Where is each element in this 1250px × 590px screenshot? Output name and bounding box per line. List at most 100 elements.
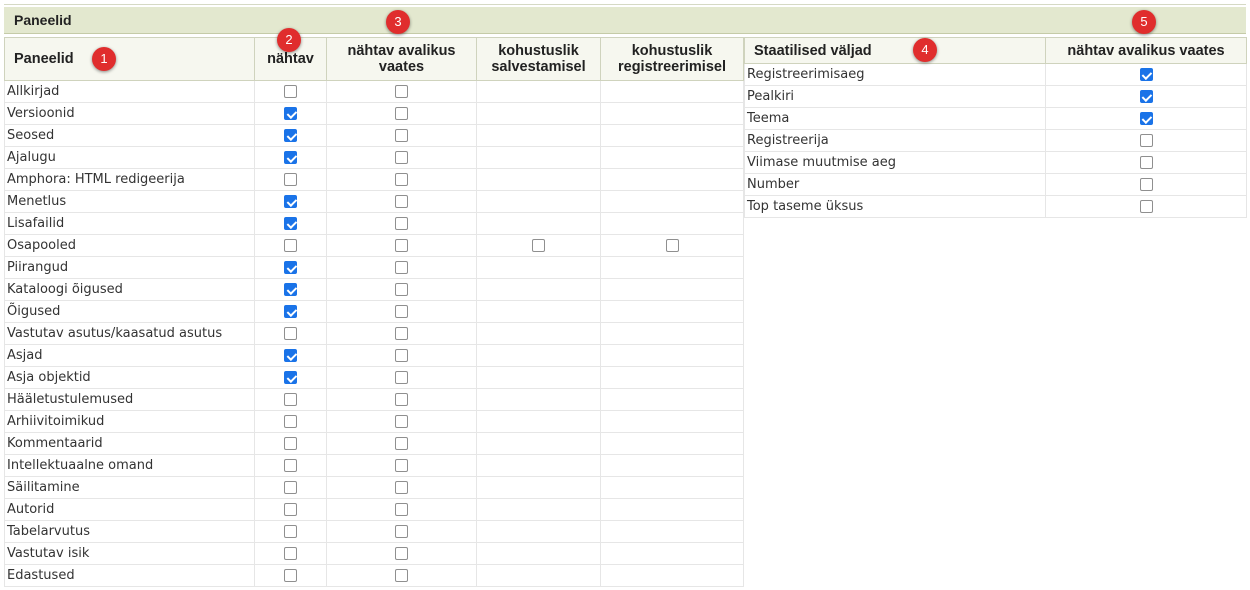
- visible-checkbox[interactable]: [284, 217, 297, 230]
- visible-checkbox[interactable]: [284, 459, 297, 472]
- visible-checkbox[interactable]: [284, 107, 297, 120]
- visible-checkbox[interactable]: [284, 371, 297, 384]
- public-view-checkbox[interactable]: [395, 305, 408, 318]
- required-on-registration-cell: [600, 300, 744, 323]
- public-view-cell: [326, 146, 477, 169]
- required-on-save-cell: [476, 300, 601, 323]
- static-public-view-checkbox[interactable]: [1139, 178, 1153, 191]
- static-public-view-checkbox[interactable]: [1139, 200, 1153, 213]
- static-public-view-checkbox[interactable]: [1139, 134, 1153, 147]
- public-view-checkbox[interactable]: [395, 239, 408, 252]
- static-public-view-checkbox[interactable]: [1139, 68, 1153, 81]
- static-public-view-checkbox[interactable]: [1139, 90, 1153, 103]
- public-view-checkbox[interactable]: [395, 217, 408, 230]
- public-view-checkbox[interactable]: [395, 547, 408, 560]
- visible-checkbox[interactable]: [284, 569, 297, 582]
- visible-checkbox[interactable]: [284, 349, 297, 362]
- visible-checkbox[interactable]: [284, 151, 297, 164]
- visible-checkbox[interactable]: [284, 503, 297, 516]
- public-view-cell: [326, 366, 477, 389]
- required-on-save-cell: [476, 410, 601, 433]
- visible-cell: [254, 168, 327, 191]
- visible-cell: [254, 102, 327, 125]
- visible-checkbox[interactable]: [284, 239, 297, 252]
- public-view-checkbox[interactable]: [395, 349, 408, 362]
- visible-cell: [254, 212, 327, 235]
- required-on-save-cell: [476, 168, 601, 191]
- public-view-checkbox[interactable]: [395, 151, 408, 164]
- visible-cell: [254, 498, 327, 521]
- table-row: Kataloogi õigused: [4, 278, 744, 301]
- visible-checkbox[interactable]: [284, 261, 297, 274]
- public-view-checkbox[interactable]: [395, 569, 408, 582]
- required-on-registration-cell: [600, 212, 744, 235]
- panel-name: Asja objektid: [4, 366, 255, 389]
- static-public-view-cell: [1045, 151, 1247, 174]
- public-view-cell: [326, 300, 477, 323]
- public-view-cell: [326, 234, 477, 257]
- public-view-checkbox[interactable]: [395, 327, 408, 340]
- static-public-view-checkbox[interactable]: [1139, 156, 1153, 169]
- panel-name: Intellektuaalne omand: [4, 454, 255, 477]
- panel-name: Edastused: [4, 564, 255, 587]
- public-view-checkbox[interactable]: [395, 107, 408, 120]
- public-view-checkbox[interactable]: [395, 195, 408, 208]
- table-row: Kommentaarid: [4, 432, 744, 455]
- public-view-cell: [326, 212, 477, 235]
- public-view-checkbox[interactable]: [395, 371, 408, 384]
- visible-checkbox[interactable]: [284, 305, 297, 318]
- public-view-checkbox[interactable]: [395, 437, 408, 450]
- visible-cell: [254, 388, 327, 411]
- visible-checkbox[interactable]: [284, 481, 297, 494]
- static-fields-table: Staatilised väljad nähtav avalikus vaate…: [744, 37, 1247, 218]
- public-view-checkbox[interactable]: [395, 85, 408, 98]
- header-static-public-view: nähtav avalikus vaates: [1045, 37, 1247, 64]
- required-on-save-cell: [476, 190, 601, 213]
- table-row: Teema: [744, 107, 1247, 130]
- public-view-checkbox[interactable]: [395, 459, 408, 472]
- public-view-checkbox[interactable]: [395, 173, 408, 186]
- visible-checkbox[interactable]: [284, 195, 297, 208]
- visible-cell: [254, 454, 327, 477]
- panel-name: Osapooled: [4, 234, 255, 257]
- required-on-save-checkbox[interactable]: [532, 239, 545, 252]
- visible-cell: [254, 410, 327, 433]
- required-on-save-cell: [476, 234, 601, 257]
- public-view-checkbox[interactable]: [395, 503, 408, 516]
- table-row: Osapooled: [4, 234, 744, 257]
- required-on-registration-cell: [600, 278, 744, 301]
- public-view-checkbox[interactable]: [395, 415, 408, 428]
- public-view-checkbox[interactable]: [395, 261, 408, 274]
- visible-checkbox[interactable]: [284, 283, 297, 296]
- annotation-badge-3: 3: [386, 10, 410, 34]
- visible-checkbox[interactable]: [284, 415, 297, 428]
- visible-checkbox[interactable]: [284, 525, 297, 538]
- static-public-view-checkbox[interactable]: [1139, 112, 1153, 125]
- visible-checkbox[interactable]: [284, 393, 297, 406]
- public-view-checkbox[interactable]: [395, 129, 408, 142]
- static-field-name: Registreerimisaeg: [744, 63, 1046, 86]
- visible-checkbox[interactable]: [284, 547, 297, 560]
- panel-name: Kataloogi õigused: [4, 278, 255, 301]
- table-row: Menetlus: [4, 190, 744, 213]
- visible-cell: [254, 190, 327, 213]
- visible-checkbox[interactable]: [284, 173, 297, 186]
- panel-name: Vastutav isik: [4, 542, 255, 565]
- public-view-checkbox[interactable]: [395, 481, 408, 494]
- table-row: Registreerimisaeg: [744, 63, 1247, 86]
- public-view-checkbox[interactable]: [395, 393, 408, 406]
- visible-cell: [254, 234, 327, 257]
- visible-checkbox[interactable]: [284, 437, 297, 450]
- table-row: Intellektuaalne omand: [4, 454, 744, 477]
- visible-checkbox[interactable]: [284, 85, 297, 98]
- public-view-checkbox[interactable]: [395, 525, 408, 538]
- visible-checkbox[interactable]: [284, 129, 297, 142]
- table-row: Vastutav isik: [4, 542, 744, 565]
- static-public-view-cell: [1045, 129, 1247, 152]
- public-view-cell: [326, 432, 477, 455]
- panel-name: Versioonid: [4, 102, 255, 125]
- visible-checkbox[interactable]: [284, 327, 297, 340]
- required-on-registration-checkbox[interactable]: [665, 239, 679, 252]
- public-view-cell: [326, 454, 477, 477]
- public-view-checkbox[interactable]: [395, 283, 408, 296]
